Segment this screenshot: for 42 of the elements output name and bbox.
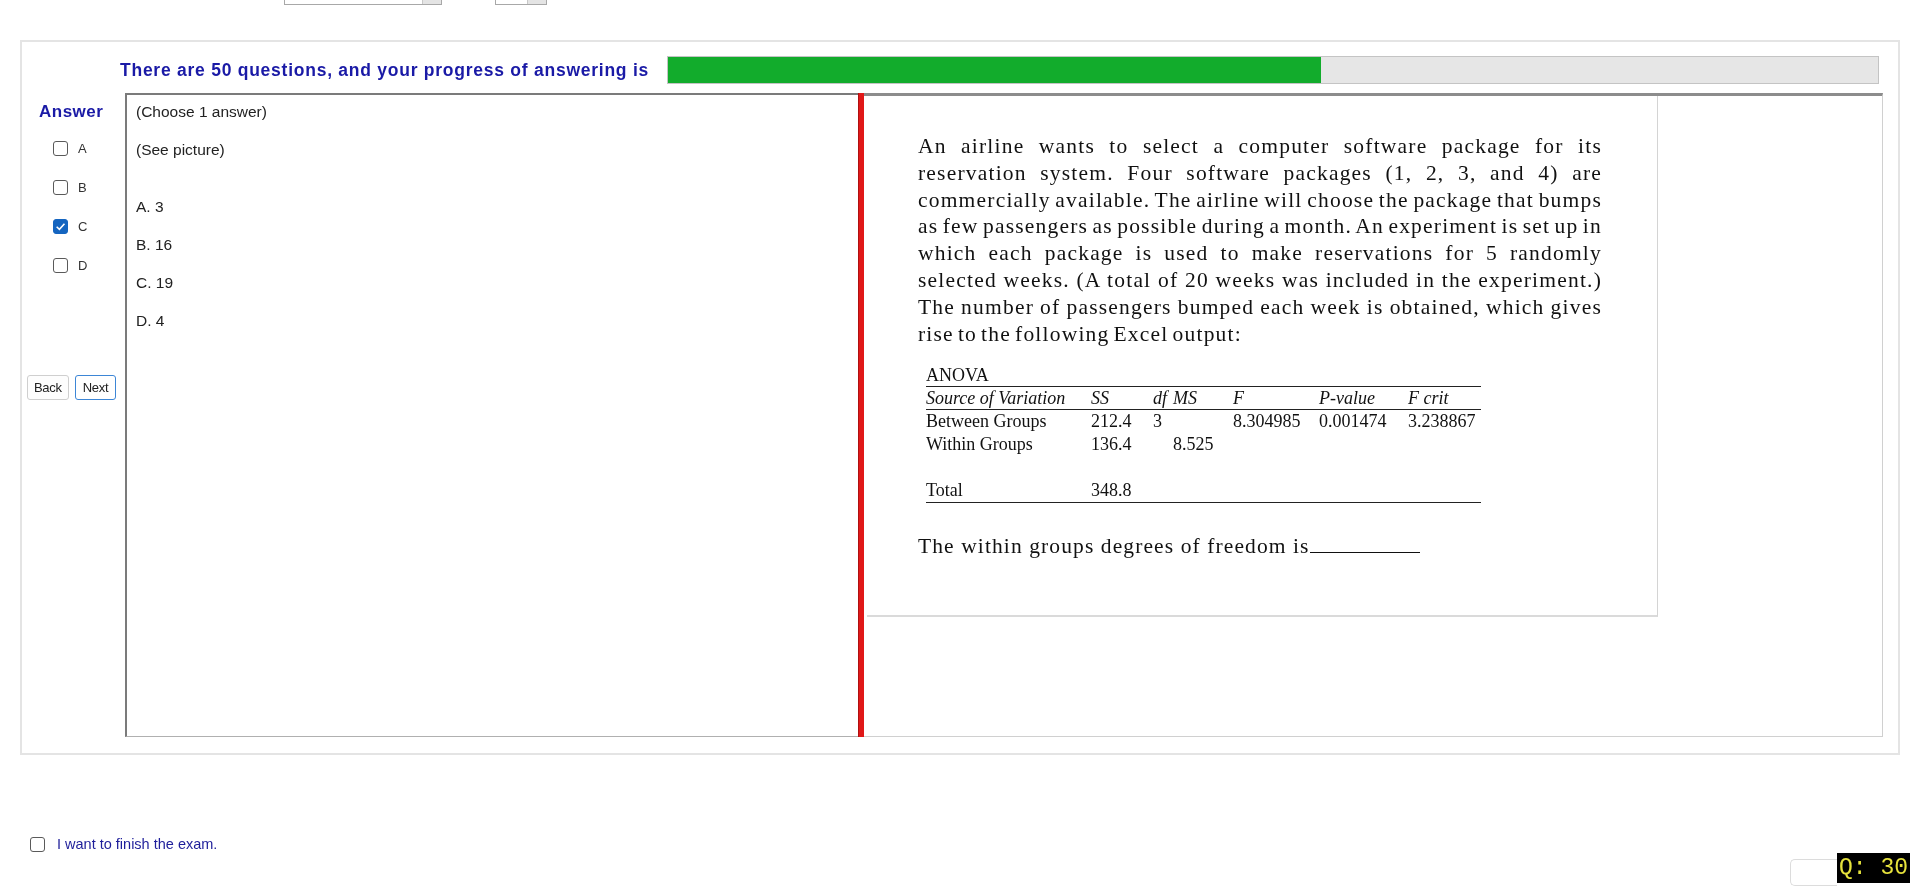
question-text: An airline wants to select a computer software package for its reservation system. Four software packages (1, 2, 3, and 4) are commercially available. The airline will choose the package that bumps as few passengers as possible during a month. An experiment is set up in which each package is used to make reservations for 5 randomly selected weeks. (A total of 20 weeks was included in the experiment.) The number of passengers bumped each week is obtained, which gives rise to the following Excel output: bbox=[918, 133, 1602, 348]
column-header: Source of Variation bbox=[926, 387, 1066, 410]
checkbox[interactable] bbox=[53, 179, 68, 195]
checkbox[interactable] bbox=[53, 257, 68, 273]
checkbox[interactable] bbox=[53, 140, 68, 156]
column-header: df bbox=[1153, 387, 1167, 410]
answer-heading: Answer bbox=[39, 103, 104, 121]
table-cell: 8.525 bbox=[1173, 433, 1214, 457]
question-prompt: The within groups degrees of freedom is bbox=[918, 534, 1310, 559]
instruction-text: (Choose 1 answer) bbox=[136, 102, 267, 122]
choice-text: B. 16 bbox=[136, 235, 173, 255]
column-header: MS bbox=[1173, 387, 1197, 410]
option-label[interactable]: D bbox=[78, 257, 88, 273]
table-cell: 212.4 bbox=[1091, 410, 1132, 434]
column-header: F crit bbox=[1408, 387, 1449, 410]
table-title: ANOVA bbox=[926, 364, 989, 387]
table-cell: 3 bbox=[1153, 410, 1162, 434]
table-cell: 348.8 bbox=[1091, 479, 1132, 503]
option-label[interactable]: C bbox=[78, 218, 88, 234]
checkbox[interactable] bbox=[30, 836, 45, 852]
table-cell: 8.304985 bbox=[1233, 410, 1301, 434]
nav-button[interactable]: Back bbox=[27, 375, 69, 400]
nav-button[interactable]: Next bbox=[74, 375, 117, 400]
table-cell: Total bbox=[926, 479, 963, 503]
table-cell: Within Groups bbox=[926, 433, 1033, 457]
option-label[interactable]: B bbox=[78, 179, 87, 195]
option-label[interactable]: A bbox=[78, 140, 87, 156]
column-header: SS bbox=[1091, 387, 1109, 410]
question-number-badge: Q: 30 bbox=[1837, 853, 1910, 883]
column-header: F bbox=[1233, 387, 1244, 410]
finish-label[interactable]: I want to finish the exam. bbox=[57, 836, 218, 852]
checkbox[interactable] bbox=[53, 218, 68, 234]
column-header: P-value bbox=[1319, 387, 1375, 410]
choice-text: C. 19 bbox=[136, 273, 174, 293]
table-cell: 3.238867 bbox=[1408, 410, 1476, 434]
progress-label: There are 50 questions, and your progress of answering is bbox=[120, 59, 649, 81]
choice-text: D. 4 bbox=[136, 311, 165, 331]
choice-text: A. 3 bbox=[136, 197, 164, 217]
table-cell: 0.001474 bbox=[1319, 410, 1387, 434]
instruction-text: (See picture) bbox=[136, 140, 225, 160]
table-cell: 136.4 bbox=[1091, 433, 1132, 457]
table-cell: Between Groups bbox=[926, 410, 1047, 434]
